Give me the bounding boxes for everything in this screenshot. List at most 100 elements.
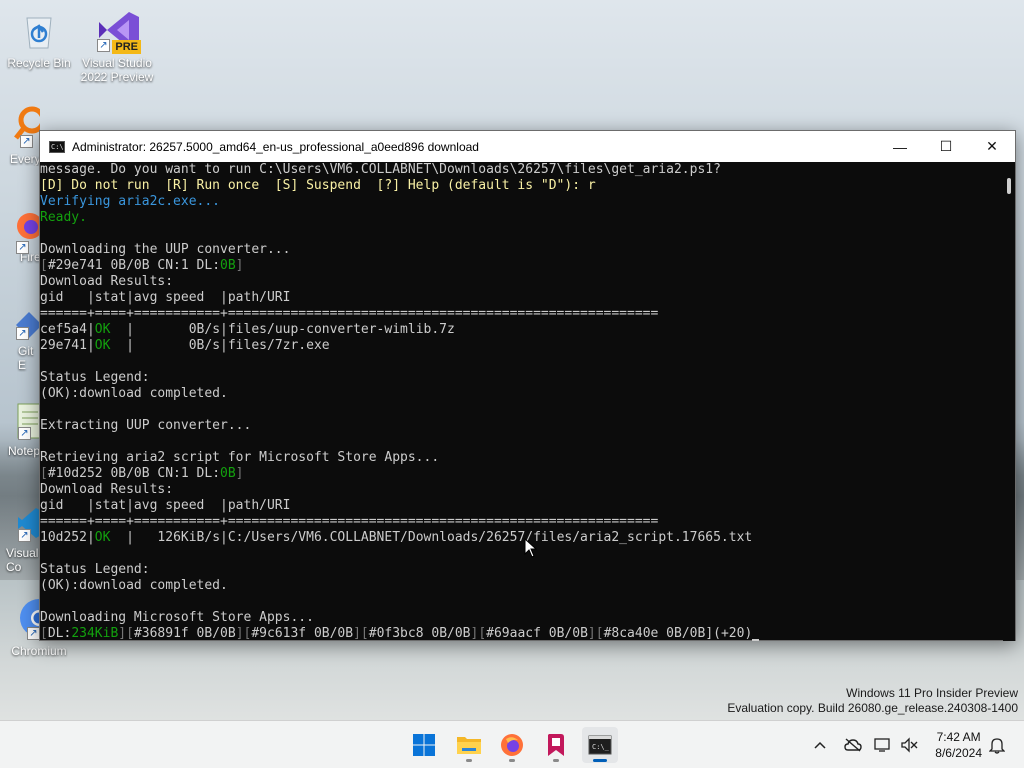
maximize-button[interactable]: ☐ <box>923 131 969 162</box>
desktop-icon-git-extensions[interactable]: ↗ Git E <box>4 310 40 372</box>
running-indicator <box>593 759 607 762</box>
volume-tray-button[interactable] <box>898 721 920 768</box>
speaker-muted-icon <box>901 737 918 753</box>
console-text: ======+====+===========+================… <box>40 306 659 321</box>
desktop-icon-visual-studio-preview[interactable]: ↗ PRE Visual Studio 2022 Preview <box>79 8 155 84</box>
visual-studio-icon: ↗ PRE <box>95 8 141 54</box>
desktop-icon-notepad[interactable]: ↗ Notep <box>4 402 40 458</box>
console-text: Status Legend: <box>40 562 150 577</box>
desktop-icon-label: Chromium <box>11 644 67 658</box>
notepad-icon: ↗ <box>16 402 40 440</box>
console-line: [#10d252 0B/0B CN:1 DL:0B] <box>40 466 1005 482</box>
console-text: 0B <box>220 258 236 273</box>
console-text: OK <box>94 530 111 545</box>
console-line: Extracting UUP converter... <box>40 418 1005 434</box>
console-text: (OK):download completed. <box>40 386 228 401</box>
console-text: | 126KiB/s|C:/Users/VM6.COLLABNET/Downlo… <box>110 530 753 545</box>
console-line: ======+====+===========+================… <box>40 306 1005 322</box>
taskbar-clock[interactable]: 7:42 AM 8/6/2024 <box>935 729 982 761</box>
taskbar-app[interactable] <box>538 727 574 763</box>
preview-badge: PRE <box>112 40 141 54</box>
window-title: Administrator: 26257.5000_amd64_en-us_pr… <box>72 139 479 154</box>
start-button[interactable] <box>406 727 442 763</box>
console-text: Downloading Microsoft Store Apps... <box>40 610 314 625</box>
shortcut-arrow-icon: ↗ <box>18 427 31 440</box>
network-tray-button[interactable] <box>872 721 894 768</box>
git-icon: ↗ <box>14 310 40 340</box>
console-text: ][ <box>118 626 134 641</box>
onedrive-tray-button[interactable] <box>842 721 864 768</box>
notifications-button[interactable] <box>986 721 1008 768</box>
evaluation-watermark: Windows 11 Pro Insider Preview Evaluatio… <box>727 686 1018 716</box>
console-text: DL: <box>47 626 72 641</box>
shortcut-arrow-icon: ↗ <box>16 241 29 254</box>
mouse-pointer-icon <box>524 538 538 558</box>
console-text: [ <box>40 626 48 641</box>
console-line: gid |stat|avg speed |path/URI <box>40 290 1005 306</box>
console-text: Ready. <box>40 210 87 225</box>
taskbar-firefox[interactable] <box>494 727 530 763</box>
desktop-icon-label: Recycle Bin <box>7 56 71 70</box>
console-text: #36891f 0B/0B <box>133 626 236 641</box>
bell-icon <box>989 738 1005 754</box>
terminal-window[interactable]: C:\ Administrator: 26257.5000_amd64_en-u… <box>39 130 1016 641</box>
cmd-icon: C:\ <box>49 140 65 153</box>
running-indicator <box>509 759 515 762</box>
console-text: #9c613f 0B/0B <box>251 626 354 641</box>
desktop-icon-label: Visual Studio 2022 Preview <box>80 56 154 84</box>
console-text: #8ca40e 0B/0B <box>603 626 706 641</box>
console-line: Ready. <box>40 210 1005 226</box>
console-text: Extracting UUP converter... <box>40 418 252 433</box>
window-titlebar[interactable]: C:\ Administrator: 26257.5000_amd64_en-u… <box>40 131 1015 162</box>
console-line: message. Do you want to run C:\Users\VM6… <box>40 162 1005 178</box>
console-text: Retrieving aria2 script for Microsoft St… <box>40 450 440 465</box>
desktop-icon-visual-studio-code[interactable]: ↗ Visual Co <box>4 504 40 574</box>
console-output[interactable]: message. Do you want to run C:\Users\VM6… <box>40 162 1005 641</box>
taskbar-terminal[interactable]: C:\_ <box>582 727 618 763</box>
console-text: [ <box>40 466 48 481</box>
taskbar-file-explorer[interactable] <box>451 727 487 763</box>
watermark-line-2: Evaluation copy. Build 26080.ge_release.… <box>727 701 1018 715</box>
show-hidden-icons-button[interactable] <box>810 721 830 768</box>
clock-date: 8/6/2024 <box>935 746 982 760</box>
console-text: Verifying aria2c.exe... <box>40 194 221 209</box>
console-line: Status Legend: <box>40 370 1005 386</box>
watermark-line-1: Windows 11 Pro Insider Preview <box>846 686 1018 700</box>
vertical-scrollbar[interactable] <box>1003 162 1015 641</box>
console-text: | 0B/s|files/7zr.exe <box>110 338 330 353</box>
svg-text:C:\_: C:\_ <box>592 743 610 751</box>
console-line: Retrieving aria2 script for Microsoft St… <box>40 450 1005 466</box>
console-text: gid |stat|avg speed |path/URI <box>40 498 291 513</box>
desktop-icon-label: Every <box>10 152 40 166</box>
cloud-offline-icon <box>844 738 862 752</box>
desktop-icon-recycle-bin[interactable]: Recycle Bin <box>1 8 77 70</box>
shortcut-arrow-icon: ↗ <box>20 135 33 148</box>
text-cursor <box>752 639 760 641</box>
console-line: [#29e741 0B/0B CN:1 DL:0B] <box>40 258 1005 274</box>
console-line: Downloading the UUP converter... <box>40 242 1005 258</box>
scrollbar-thumb[interactable] <box>1007 178 1011 194</box>
console-line: [DL:234KiB][#36891f 0B/0B][#9c613f 0B/0B… <box>40 626 1005 641</box>
minimize-button[interactable]: — <box>877 131 923 162</box>
bookmark-icon <box>548 734 564 756</box>
console-text: Downloading the UUP converter... <box>40 242 291 257</box>
terminal-icon: C:\_ <box>588 735 612 755</box>
console-text: message. Do you want to run C:\Users\VM6… <box>40 162 721 177</box>
desktop-icon-label: Git E <box>18 344 34 372</box>
console-line: gid |stat|avg speed |path/URI <box>40 498 1005 514</box>
close-button[interactable]: ✕ <box>969 131 1015 162</box>
desktop-icon-everything[interactable]: ↗ Every <box>4 104 40 166</box>
console-text: [ <box>40 258 48 273</box>
console-text: ][ <box>587 626 604 641</box>
desktop-icon-firefox[interactable]: ↗ Fire <box>4 210 40 264</box>
console-line: Download Results: <box>40 482 1005 498</box>
running-indicator <box>466 759 472 762</box>
console-line: (OK):download completed. <box>40 578 1005 594</box>
console-text: 0B <box>220 466 236 481</box>
console-text: [D] Do not run [R] Run once [S] Suspend … <box>40 178 596 193</box>
console-text: #10d252 0B/0B CN:1 DL: <box>47 466 221 481</box>
